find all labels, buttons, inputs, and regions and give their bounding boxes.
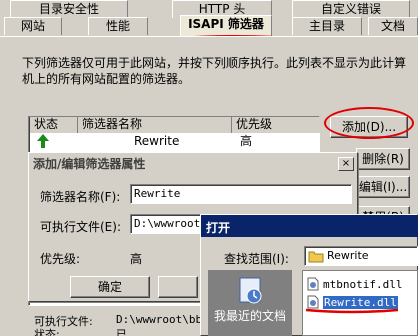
tab-home-directory[interactable]: 主目录 xyxy=(292,17,362,35)
executable-label: 可执行文件(E): xyxy=(40,220,121,234)
annotation-underline-file xyxy=(305,308,399,314)
column-header-name[interactable]: 筛选器名称 xyxy=(78,117,232,133)
bottom-status-value: 已 xyxy=(116,328,127,336)
edit-dialog-title: 添加/编辑筛选器属性 xyxy=(30,154,356,174)
list-item[interactable]: Rewrite 高 xyxy=(30,133,320,151)
edit-button[interactable]: 编辑(I)... xyxy=(356,176,410,198)
status-up-arrow-icon xyxy=(30,133,78,151)
look-in-value: Rewrite xyxy=(327,249,369,262)
column-header-status[interactable]: 状态 xyxy=(30,117,78,133)
column-header-priority[interactable]: 优先级 xyxy=(232,117,320,133)
annotation-circle xyxy=(324,107,414,139)
tab-directory-security[interactable]: 目录安全性 xyxy=(10,0,128,18)
tab-performance[interactable]: 性能 xyxy=(88,17,148,35)
ok-button[interactable]: 确定 xyxy=(70,276,150,298)
tab-website[interactable]: 网站 xyxy=(4,17,62,35)
list-item-name: Rewrite xyxy=(134,134,180,148)
recent-documents-label: 我最近的文档 xyxy=(213,309,286,323)
dll-file-icon xyxy=(307,277,319,291)
tab-custom-errors[interactable]: 自定义错误 xyxy=(292,0,410,18)
recent-documents-place[interactable]: 我最近的文档 xyxy=(208,272,292,334)
cancel-button[interactable] xyxy=(158,276,198,298)
tab-documents[interactable]: 文档 xyxy=(368,17,418,35)
list-header: 状态 筛选器名称 优先级 xyxy=(30,117,320,133)
open-dialog-title: 打开 xyxy=(206,221,231,235)
folder-icon xyxy=(308,251,324,263)
list-item-priority: 高 xyxy=(240,134,253,148)
recent-documents-icon xyxy=(239,277,262,304)
open-dialog-titlebar xyxy=(201,215,418,237)
file-item-mtbnotif[interactable]: mtbnotif.dll xyxy=(306,276,402,292)
priority-label: 优先级: xyxy=(40,252,81,266)
filter-name-label: 筛选器名称(F): xyxy=(40,190,121,204)
close-icon[interactable]: × xyxy=(338,157,354,171)
bottom-exe-value: D:\wwwroot\bb. xyxy=(116,313,209,326)
remove-button[interactable]: 删除(R) xyxy=(356,148,410,170)
filter-name-field[interactable]: Rewrite xyxy=(130,184,352,204)
description-line-2: 机上的所有网站配置的筛选器。 xyxy=(22,72,191,86)
look-in-label: 查找范围(I): xyxy=(224,252,289,266)
executable-field[interactable]: D:\wwwroot\ xyxy=(130,214,210,234)
file-name: mtbnotif.dll xyxy=(323,277,403,291)
bottom-status-label: 状态: xyxy=(34,328,60,336)
priority-value: 高 xyxy=(130,252,143,266)
description-line-1: 下列筛选器仅可用于此网站，并按下列顺序执行。此列表不显示为此计算 xyxy=(22,56,407,70)
